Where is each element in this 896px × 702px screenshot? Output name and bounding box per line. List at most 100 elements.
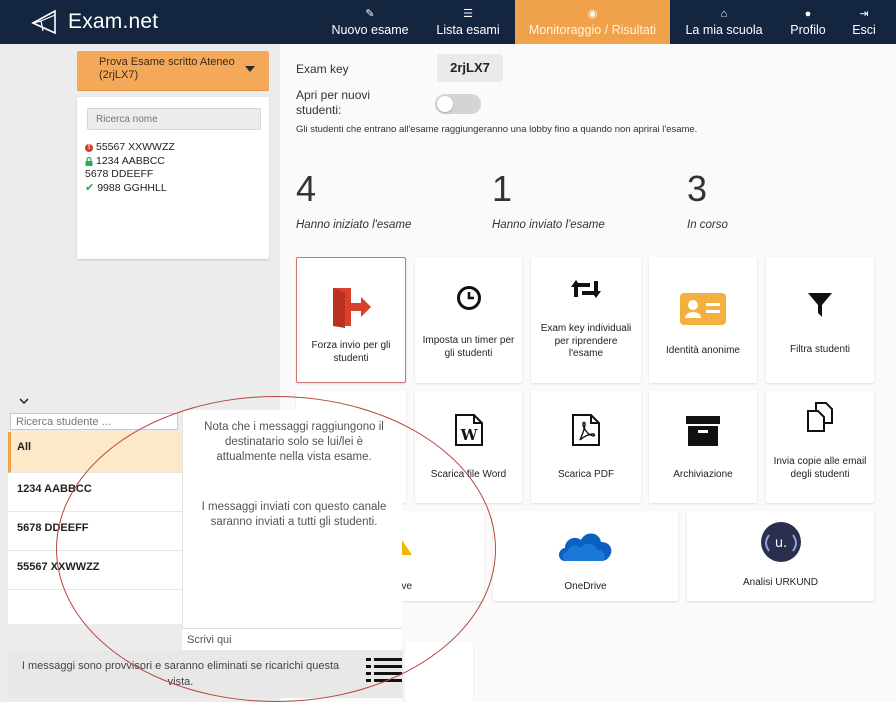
chat-message-pane: Nota che i messaggi raggiungono il desti… — [182, 410, 402, 650]
nav-profile[interactable]: ● Profilo — [781, 0, 835, 44]
chat-student-label: 5678 DDEEFF — [17, 522, 89, 534]
nav-new-exam-label: Nuovo esame — [331, 22, 409, 37]
chat-student-label: All — [17, 441, 32, 453]
open-for-new-students-toggle[interactable] — [435, 94, 481, 114]
exam-key-label: Exam key — [296, 62, 349, 76]
anonymous-identities-tile[interactable]: Identità anonime — [649, 257, 757, 383]
student-names-card: ! 55567 XXWWZZ 1234 AABBCC 5678 DDEEFF ✔… — [77, 97, 269, 259]
pdf-file-icon — [572, 414, 600, 446]
archive-label: Archiviazione — [673, 469, 733, 480]
chat-student-all[interactable]: All — [8, 432, 182, 473]
temporary-messages-text: I messaggi sono provvisori e saranno eli… — [21, 660, 340, 688]
id-card-icon — [680, 293, 726, 325]
lock-icon — [85, 156, 93, 166]
archive-tile[interactable]: Archiviazione — [649, 391, 757, 503]
force-submit-label: Forza invio per gli studenti — [311, 340, 391, 364]
filter-students-tile[interactable]: Filtra studenti — [766, 257, 874, 383]
chevron-down-icon[interactable] — [16, 396, 32, 406]
timer-label: Imposta un timer per gli studenti — [422, 335, 515, 359]
nav-logout[interactable]: ⇥ Esci — [842, 0, 886, 44]
chat-broadcast-note: I messaggi inviati con questo canale sar… — [201, 501, 387, 528]
exam-key-value: 2rjLX7 — [437, 54, 503, 82]
individual-keys-tile[interactable]: Exam key individuali per riprendere l'es… — [531, 257, 641, 383]
word-file-icon: W — [454, 414, 483, 446]
email-copies-tile[interactable]: Invia copie alle email degli studenti — [766, 391, 874, 503]
copy-icon — [807, 402, 833, 432]
svg-text:W: W — [459, 426, 478, 444]
chat-student-item[interactable]: 55567 XXWWZZ — [8, 552, 182, 590]
eye-icon: ◉ — [587, 7, 598, 20]
student-name-item[interactable]: 1234 AABBCC — [85, 155, 175, 169]
student-name-label: 1234 AABBCC — [96, 154, 165, 167]
list-lines-icon[interactable] — [366, 657, 402, 683]
force-submit-tile[interactable]: Forza invio per gli studenti — [296, 257, 406, 383]
nav-exam-list[interactable]: ☰ Lista esami — [429, 0, 507, 44]
stat-in-progress-label: In corso — [687, 219, 728, 231]
nav-exam-list-label: Lista esami — [436, 22, 500, 37]
exam-selector-value: Prova Esame scritto Ateneo (2rjLX7) — [99, 56, 235, 81]
onedrive-tile[interactable]: OneDrive — [493, 511, 678, 601]
download-word-label: Scarica file Word — [430, 469, 507, 480]
chat-message-input[interactable]: Scrivi qui — [182, 628, 402, 650]
nav-new-exam[interactable]: ✎ Nuovo esame — [322, 0, 418, 44]
onedrive-cloud-icon — [558, 533, 611, 561]
name-search-input[interactable] — [87, 108, 261, 130]
clock-icon — [456, 286, 481, 310]
student-name-item[interactable]: ✔ 9988 GGHHLL — [85, 182, 175, 196]
onedrive-label: OneDrive — [564, 581, 607, 592]
nav-profile-label: Profilo — [790, 22, 826, 37]
chat-student-label: 1234 AABBCC — [17, 483, 92, 495]
user-icon: ● — [804, 7, 812, 20]
stat-started-count: 4 — [296, 168, 317, 209]
nav-my-school[interactable]: ⌂ La mia scuola — [677, 0, 771, 44]
download-pdf-tile[interactable]: Scarica PDF — [531, 391, 641, 503]
anonymous-identities-label: Identità anonime — [666, 345, 740, 356]
nav-monitoring-label: Monitoraggio / Risultati — [528, 22, 657, 37]
chat-student-item[interactable]: 5678 DDEEFF — [8, 513, 182, 551]
student-name-item[interactable]: 5678 DDEEFF — [85, 168, 175, 182]
urkund-label: Analisi URKUND — [742, 577, 818, 588]
check-icon: ✔ — [85, 181, 95, 194]
exam-selector[interactable]: Prova Esame scritto Ateneo (2rjLX7) — [77, 51, 269, 91]
retweet-icon — [571, 280, 601, 298]
exclamation-icon: ! — [85, 143, 93, 152]
student-names-list: ! 55567 XXWWZZ 1234 AABBCC 5678 DDEEFF ✔… — [85, 141, 175, 195]
email-copies-label: Invia copie alle email degli studenti — [773, 456, 867, 480]
top-nav: Exam.net ✎ Nuovo esame ☰ Lista esami ◉ M… — [0, 0, 896, 44]
nav-logout-label: Esci — [852, 22, 876, 37]
toggle-knob — [437, 96, 453, 112]
nav-monitoring[interactable]: ◉ Monitoraggio / Risultati — [515, 0, 670, 44]
filter-students-label: Filtra studenti — [789, 344, 851, 355]
home-icon: ⌂ — [720, 7, 728, 20]
sign-out-icon — [333, 288, 371, 328]
download-word-tile[interactable]: W Scarica file Word — [415, 391, 522, 503]
stat-started-label: Hanno iniziato l'esame — [296, 219, 412, 231]
chat-student-label: 55567 XXWWZZ — [17, 561, 100, 573]
stat-in-progress-count: 3 — [687, 168, 708, 209]
sign-out-icon: ⇥ — [859, 7, 869, 20]
individual-keys-label: Exam key individuali per riprendere l'es… — [540, 323, 632, 359]
brand-name: Exam.net — [68, 10, 159, 33]
chat-student-list: All 1234 AABBCC 5678 DDEEFF 55567 XXWWZZ — [8, 432, 182, 624]
download-pdf-label: Scarica PDF — [557, 469, 615, 480]
exam-net-logo-icon — [31, 9, 56, 35]
student-name-label: 9988 GGHHLL — [97, 181, 167, 194]
chat-student-item[interactable]: 1234 AABBCC — [8, 474, 182, 512]
bottom-partial-card — [405, 642, 473, 702]
list-icon: ☰ — [463, 7, 473, 20]
stat-submitted-label: Hanno inviato l'esame — [492, 219, 605, 231]
svg-text:u.: u. — [774, 536, 786, 551]
archive-box-icon — [686, 416, 720, 446]
open-for-new-students-label: Apri per nuovi studenti: — [296, 88, 371, 117]
timer-tile[interactable]: Imposta un timer per gli studenti — [415, 257, 522, 383]
nav-my-school-label: La mia scuola — [685, 22, 763, 37]
urkund-tile[interactable]: u. Analisi URKUND — [687, 511, 874, 601]
logo[interactable]: Exam.net — [30, 7, 158, 37]
student-name-item[interactable]: ! 55567 XXWWZZ — [85, 141, 175, 155]
student-search-input[interactable] — [10, 413, 178, 430]
lobby-note: Gli studenti che entrano all'esame raggi… — [296, 124, 698, 135]
urkund-logo-icon: u. — [760, 522, 801, 562]
caret-down-icon — [245, 66, 255, 72]
chat-delivery-note: Nota che i messaggi raggiungono il desti… — [204, 421, 384, 463]
stat-submitted-count: 1 — [492, 168, 513, 209]
